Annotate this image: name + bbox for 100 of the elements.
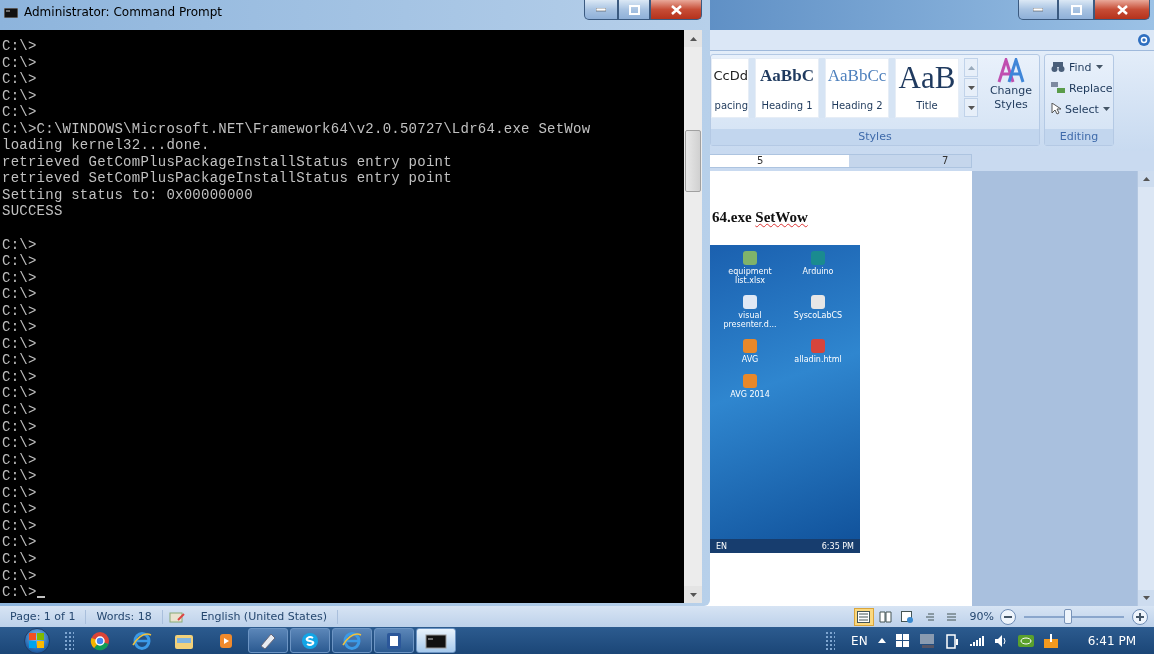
language-status[interactable]: English (United States) — [190, 609, 338, 624]
minimize-button[interactable] — [584, 0, 618, 20]
maximize-icon — [1070, 4, 1082, 15]
scroll-up-button[interactable] — [684, 30, 702, 47]
style-sample: CcDd — [713, 67, 748, 85]
close-button[interactable] — [650, 0, 702, 20]
console-line: C:\> — [2, 451, 38, 469]
console-line: C:\> — [2, 104, 38, 121]
console-line: C:\> — [2, 253, 38, 270]
speaker-icon[interactable] — [993, 633, 1008, 648]
page-count[interactable]: Page: 1 of 1 — [0, 609, 87, 624]
console-line: C:\> — [2, 484, 38, 502]
signal-icon[interactable] — [969, 634, 984, 647]
eye-icon[interactable] — [1017, 634, 1034, 647]
battery-icon[interactable] — [945, 632, 960, 649]
plus-icon — [1136, 612, 1144, 621]
clock-label: 6:35 PM — [821, 541, 854, 551]
outline-icon — [923, 610, 937, 623]
minimize-button[interactable] — [1018, 0, 1058, 20]
change-styles-button[interactable]: Change Styles — [983, 58, 1039, 112]
up-arrow-icon[interactable] — [877, 638, 886, 643]
vertical-scrollbar[interactable] — [1137, 171, 1154, 606]
console-line: C:\> — [2, 385, 38, 403]
editing-button[interactable]: Find — [1051, 58, 1113, 76]
shortcut-icon — [743, 339, 757, 353]
taskbar-app[interactable] — [290, 628, 330, 653]
window-title: Administrator: Command Prompt — [24, 5, 223, 19]
binoculars-icon — [1051, 61, 1065, 73]
language-indicator[interactable]: EN — [851, 633, 868, 648]
style-swatch[interactable]: AaBbCc Heading 2 — [825, 58, 889, 118]
warning-flag-icon[interactable] — [1043, 633, 1058, 648]
zoom-in-button[interactable] — [1132, 608, 1148, 625]
letter-e-icon — [131, 630, 153, 651]
console-line: C:\> — [2, 71, 38, 88]
style-label: Title — [916, 100, 938, 113]
console-line: C:\> — [2, 584, 684, 601]
taskbar-app[interactable] — [416, 628, 456, 653]
gallery-more-button[interactable] — [964, 98, 978, 117]
style-swatch[interactable]: AaB Title — [895, 58, 959, 118]
scroll-down-button[interactable] — [1138, 590, 1154, 606]
heading-text: 64.exe — [712, 209, 753, 225]
console-line: C:\> — [2, 517, 38, 535]
shortcut-icon — [743, 374, 757, 388]
help-icon[interactable] — [1138, 34, 1150, 46]
style-swatch[interactable]: CcDd pacing — [711, 58, 749, 118]
view-button[interactable] — [853, 607, 874, 626]
up-arrow-icon — [967, 65, 975, 70]
maximize-button[interactable] — [1058, 0, 1094, 20]
flag-icon[interactable] — [895, 633, 910, 648]
shortcut-icon — [743, 251, 757, 265]
console-line: C:\> — [2, 567, 38, 585]
letters-icon — [997, 58, 1025, 84]
gallery-down-button[interactable] — [964, 78, 978, 97]
close-button[interactable] — [1094, 0, 1150, 20]
down-arrow-icon — [967, 105, 975, 110]
console-line: C:\> — [2, 534, 38, 551]
skype-icon — [299, 630, 321, 651]
scroll-up-button[interactable] — [1138, 171, 1154, 187]
editing-button[interactable]: Select — [1051, 100, 1113, 118]
shortcut-label: alladin.html — [794, 355, 842, 364]
minimize-icon — [596, 7, 606, 12]
shortcut-icon — [743, 295, 757, 309]
open-book-icon — [879, 610, 893, 623]
console-line: C:\> — [2, 368, 38, 386]
up-arrow-icon — [1142, 177, 1150, 181]
console-line: Setting status to: 0x00000000 — [2, 186, 254, 204]
maximize-button[interactable] — [618, 0, 650, 20]
down-arrow-icon — [1102, 107, 1110, 111]
zoom-level[interactable]: 90% — [969, 610, 994, 623]
clock[interactable]: 6:41 PM — [1087, 633, 1136, 648]
console-line: C:\> — [2, 402, 38, 419]
ruler-number: 7 — [942, 155, 949, 167]
style-sample: AaBbC — [760, 65, 814, 87]
shortcut-icon — [811, 339, 825, 353]
minus-icon — [1004, 615, 1012, 618]
console-scrollbar[interactable] — [684, 30, 702, 603]
minimize-icon — [1033, 7, 1043, 12]
shortcut-icon — [811, 251, 825, 265]
monitor-icon[interactable] — [919, 633, 936, 648]
editing-button[interactable]: Replace — [1051, 79, 1113, 97]
scroll-down-button[interactable] — [684, 586, 702, 603]
proofing-icon[interactable] — [168, 610, 185, 623]
down-arrow-icon — [1142, 596, 1150, 600]
shortcut-label: equipment list.xlsx — [727, 267, 773, 285]
style-label: Heading 2 — [831, 100, 883, 113]
close-icon — [670, 4, 682, 15]
console-line: C:\> — [2, 269, 38, 287]
up-arrow-icon — [689, 36, 697, 41]
taskbar-app[interactable] — [374, 628, 414, 653]
console-line: C:\>C:\WINDOWS\Microsoft.NET\Framework64\v2.0.50727\Ldr64.exe SetWow — [2, 120, 592, 138]
style-swatch[interactable]: AaBbC Heading 1 — [755, 58, 819, 118]
console-line: C:\> — [2, 54, 38, 72]
start-button[interactable] — [24, 627, 50, 654]
scroll-thumb[interactable] — [685, 130, 701, 192]
zoom-slider-thumb[interactable] — [1064, 608, 1072, 624]
console-line: C:\> — [2, 468, 38, 485]
shortcut-label: SyscoLabCS — [793, 311, 843, 320]
zoom-out-button[interactable] — [1000, 608, 1016, 625]
console-line: C:\> — [2, 335, 38, 353]
word-count[interactable]: Words: 18 — [86, 609, 163, 624]
